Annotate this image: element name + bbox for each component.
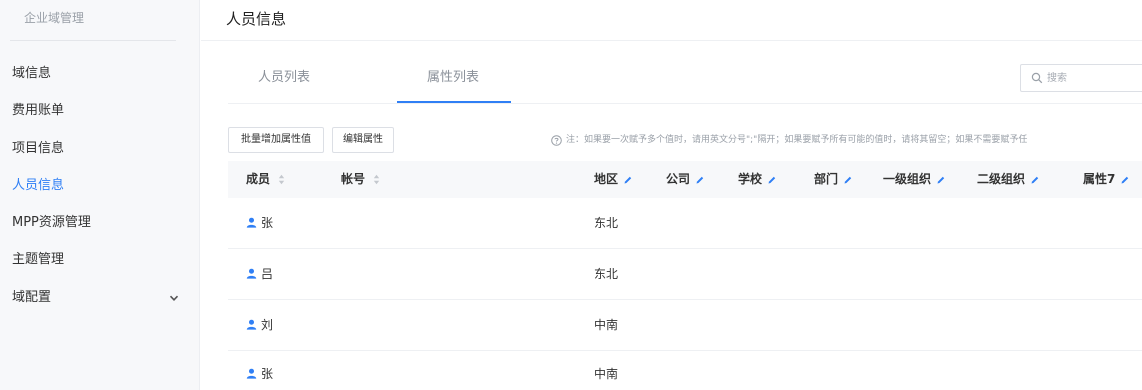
column-header-region: 地区 bbox=[594, 161, 633, 198]
column-label: 帐号 bbox=[341, 172, 366, 186]
member-cell: 张 bbox=[246, 351, 273, 390]
edit-pencil-icon[interactable] bbox=[623, 175, 633, 185]
tab-personnel-list[interactable]: 人员列表 bbox=[258, 68, 310, 88]
page-title: 人员信息 bbox=[226, 10, 287, 28]
search-icon bbox=[1031, 72, 1043, 84]
help-icon bbox=[551, 135, 562, 146]
table-row[interactable]: 张 中南 bbox=[228, 351, 1142, 390]
edit-attribute-button[interactable]: 编辑属性 bbox=[332, 127, 394, 153]
sidebar-item-billing[interactable]: 费用账单 bbox=[12, 99, 188, 123]
member-cell: 吕 bbox=[246, 249, 273, 299]
column-header-department: 部门 bbox=[814, 161, 853, 198]
table-row[interactable]: 刘 中南 bbox=[228, 300, 1142, 351]
column-label: 二级组织 bbox=[977, 172, 1026, 186]
sidebar-item-theme[interactable]: 主题管理 bbox=[12, 248, 188, 272]
search-box[interactable] bbox=[1020, 64, 1142, 92]
sidebar-brand: 企业域管理 bbox=[24, 11, 85, 25]
table-row[interactable]: 吕 东北 bbox=[228, 249, 1142, 300]
chevron-down-icon bbox=[169, 295, 179, 301]
sidebar-item-domain-config[interactable]: 域配置 bbox=[12, 286, 188, 310]
edit-pencil-icon[interactable] bbox=[936, 175, 946, 185]
column-label: 公司 bbox=[666, 172, 691, 186]
sidebar: 企业域管理 域信息 费用账单 项目信息 人员信息 MPP资源管理 主题管理 域配… bbox=[0, 0, 200, 390]
title-divider bbox=[201, 40, 1142, 41]
member-name: 张 bbox=[261, 367, 274, 381]
user-icon bbox=[246, 368, 257, 379]
sidebar-item-project-info[interactable]: 项目信息 bbox=[12, 137, 188, 161]
member-cell: 刘 bbox=[246, 300, 273, 350]
column-header-level1-org: 一级组织 bbox=[883, 161, 946, 198]
member-name: 吕 bbox=[261, 267, 274, 281]
column-label: 学校 bbox=[738, 172, 763, 186]
sidebar-item-mpp-resources[interactable]: MPP资源管理 bbox=[12, 211, 188, 235]
batch-add-attribute-button[interactable]: 批量增加属性值 bbox=[228, 127, 324, 153]
column-label: 成员 bbox=[246, 172, 271, 186]
region-cell: 中南 bbox=[594, 367, 619, 381]
edit-pencil-icon[interactable] bbox=[843, 175, 853, 185]
sort-icon[interactable] bbox=[278, 174, 285, 185]
column-header-level2-org: 二级组织 bbox=[977, 161, 1040, 198]
brand-divider bbox=[10, 40, 176, 41]
sidebar-item-personnel-info[interactable]: 人员信息 bbox=[12, 174, 188, 198]
member-name: 刘 bbox=[261, 318, 274, 332]
sidebar-item-label: 域配置 bbox=[12, 290, 52, 305]
tabs-divider bbox=[228, 103, 1142, 104]
column-header-school: 学校 bbox=[738, 161, 777, 198]
sort-icon[interactable] bbox=[373, 174, 380, 185]
tab-attribute-list[interactable]: 属性列表 bbox=[427, 68, 479, 88]
column-header-member[interactable]: 成员 bbox=[246, 161, 285, 198]
column-header-company: 公司 bbox=[666, 161, 705, 198]
user-icon bbox=[246, 319, 257, 330]
edit-pencil-icon[interactable] bbox=[1030, 175, 1040, 185]
active-tab-indicator bbox=[397, 101, 511, 103]
search-input[interactable] bbox=[1047, 69, 1142, 87]
table-header: 成员 帐号 地区 公司 学校 部门 一级组织 二级组织 属性7 bbox=[228, 161, 1142, 198]
column-label: 一级组织 bbox=[883, 172, 932, 186]
column-label: 部门 bbox=[814, 172, 839, 186]
table-row[interactable]: 张 东北 bbox=[228, 198, 1142, 249]
attribute-hint-note: 注：如果要一次赋予多个值时，请用英文分号";"隔开；如果要赋予所有可能的值时，请… bbox=[566, 135, 1028, 145]
edit-pencil-icon[interactable] bbox=[767, 175, 777, 185]
region-cell: 中南 bbox=[594, 318, 619, 332]
user-icon bbox=[246, 268, 257, 279]
member-name: 张 bbox=[261, 216, 274, 230]
column-header-account[interactable]: 帐号 bbox=[341, 161, 380, 198]
user-icon bbox=[246, 217, 257, 228]
column-label: 地区 bbox=[594, 172, 619, 186]
edit-pencil-icon[interactable] bbox=[1120, 175, 1130, 185]
region-cell: 东北 bbox=[594, 267, 619, 281]
column-header-attribute7: 属性7 bbox=[1083, 161, 1130, 198]
column-label: 属性7 bbox=[1083, 172, 1116, 186]
sidebar-item-domain-info[interactable]: 域信息 bbox=[12, 62, 188, 86]
member-cell: 张 bbox=[246, 198, 273, 248]
region-cell: 东北 bbox=[594, 216, 619, 230]
main-content: 人员信息 人员列表 属性列表 批量增加属性值 编辑属性 注：如果要一次赋予多个值… bbox=[201, 0, 1142, 390]
edit-pencil-icon[interactable] bbox=[695, 175, 705, 185]
